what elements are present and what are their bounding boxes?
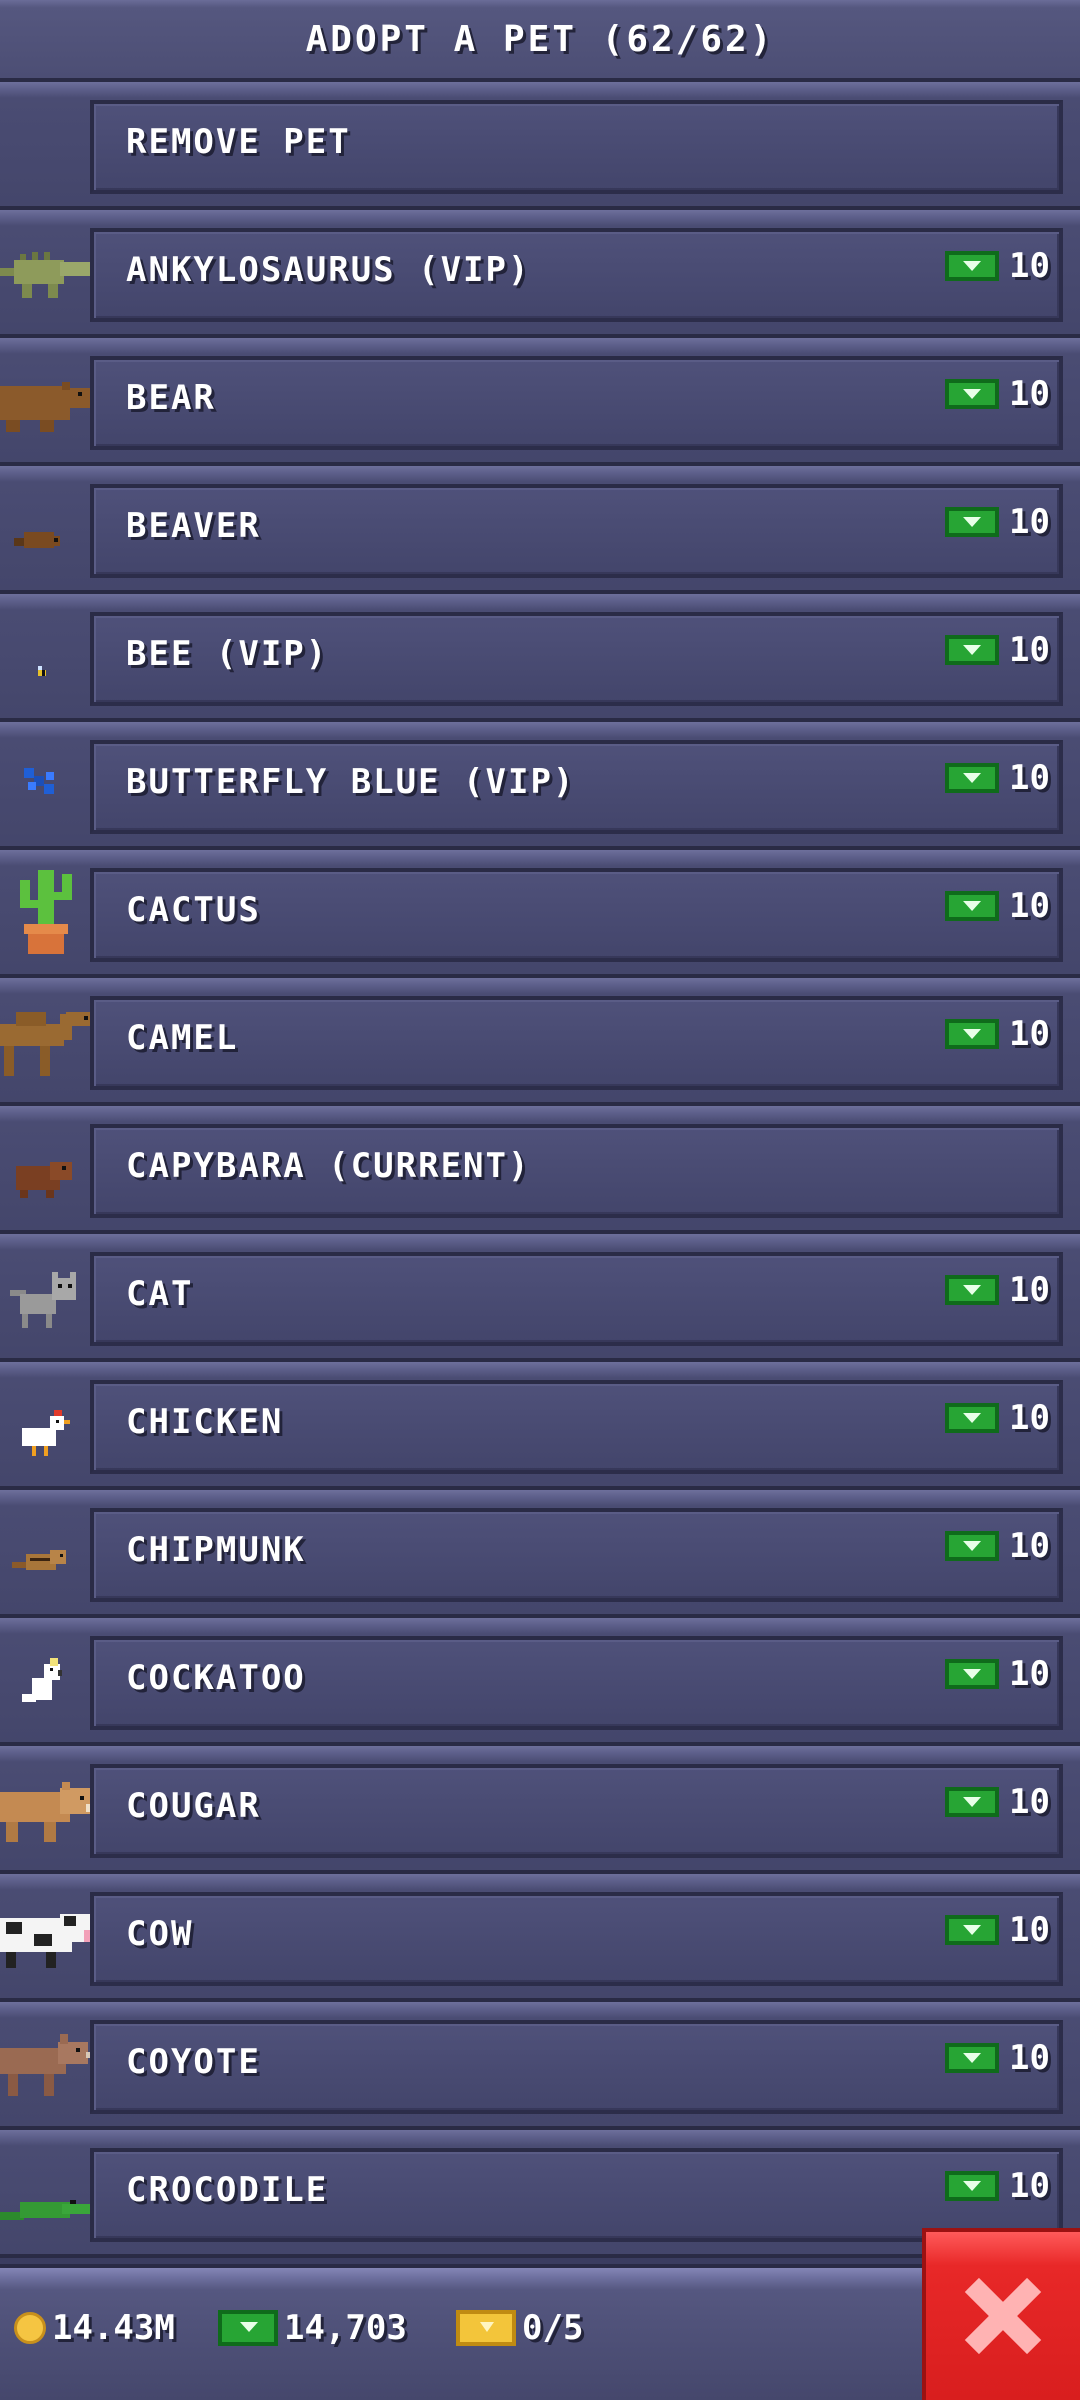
price-value: 10 xyxy=(1009,246,1050,286)
price: 10 xyxy=(945,1782,1050,1822)
coins-value: 14.43M xyxy=(52,2308,175,2348)
pet-row[interactable]: CAT 10 xyxy=(0,1234,1080,1362)
pet-name: CHIPMUNK xyxy=(126,1530,306,1570)
cash-icon xyxy=(945,1787,1000,1817)
pet-name: BUTTERFLY BLUE (VIP) xyxy=(126,762,576,802)
cash-icon xyxy=(945,1915,1000,1945)
tickets-value: 0/5 xyxy=(522,2308,584,2348)
pet-row[interactable]: COUGAR 10 xyxy=(0,1746,1080,1874)
price-value: 10 xyxy=(1009,1782,1050,1822)
pet-row[interactable]: COCKATOO 10 xyxy=(0,1618,1080,1746)
pet-row[interactable]: BEAVER 10 xyxy=(0,466,1080,594)
cash-icon xyxy=(945,251,1000,281)
price-value: 10 xyxy=(1009,1654,1050,1694)
price: 10 xyxy=(945,630,1050,670)
price-value: 10 xyxy=(1009,758,1050,798)
cash-icon xyxy=(945,2171,1000,2201)
pet-button[interactable] xyxy=(90,356,1063,450)
tickets-stat: 0/5 xyxy=(456,2308,583,2348)
bux-value: 14,703 xyxy=(284,2308,407,2348)
cash-icon xyxy=(945,1531,1000,1561)
pet-row-current[interactable]: CAPYBARA (CURRENT) xyxy=(0,1106,1080,1234)
pet-row[interactable]: CHICKEN 10 xyxy=(0,1362,1080,1490)
pet-name: CROCODILE xyxy=(126,2170,329,2210)
bux-icon xyxy=(218,2310,278,2346)
currency-bar: 14.43M 14,703 0/5 xyxy=(0,2264,1080,2400)
cash-icon xyxy=(945,1275,1000,1305)
price-value: 10 xyxy=(1009,1398,1050,1438)
close-icon xyxy=(965,2278,1041,2354)
price-value: 10 xyxy=(1009,1526,1050,1566)
pet-row[interactable]: CACTUS 10 xyxy=(0,850,1080,978)
close-button[interactable] xyxy=(922,2228,1080,2400)
pet-button[interactable] xyxy=(90,1892,1063,1986)
cash-icon xyxy=(945,635,1000,665)
price: 10 xyxy=(945,1654,1050,1694)
pet-name: BEAVER xyxy=(126,506,261,546)
pet-name: COCKATOO xyxy=(126,1658,306,1698)
cash-icon xyxy=(945,763,1000,793)
pet-name: ANKYLOSAURUS (VIP) xyxy=(126,250,531,290)
ticket-icon xyxy=(456,2310,516,2346)
price: 10 xyxy=(945,2166,1050,2206)
pet-name: BEE (VIP) xyxy=(126,634,329,674)
price-value: 10 xyxy=(1009,374,1050,414)
pet-name: CAMEL xyxy=(126,1018,239,1058)
price: 10 xyxy=(945,2038,1050,2078)
remove-pet-label: REMOVE PET xyxy=(126,122,351,162)
pet-row[interactable]: CHIPMUNK 10 xyxy=(0,1490,1080,1618)
pet-row[interactable]: CROCODILE 10 xyxy=(0,2130,1080,2258)
pet-button[interactable] xyxy=(90,1252,1063,1346)
price: 10 xyxy=(945,1014,1050,1054)
pet-name: CACTUS xyxy=(126,890,261,930)
price: 10 xyxy=(945,502,1050,542)
coin-icon xyxy=(14,2312,46,2344)
price-value: 10 xyxy=(1009,1014,1050,1054)
title-bar: ADOPT A PET (62/62) xyxy=(0,0,1080,82)
price: 10 xyxy=(945,246,1050,286)
pet-name: COYOTE xyxy=(126,2042,261,2082)
cash-icon xyxy=(945,2043,1000,2073)
pet-row[interactable]: ANKYLOSAURUS (VIP) 10 xyxy=(0,210,1080,338)
price-value: 10 xyxy=(1009,2038,1050,2078)
pet-name: BEAR xyxy=(126,378,216,418)
cash-icon xyxy=(945,891,1000,921)
remove-pet-row[interactable]: REMOVE PET xyxy=(0,82,1080,210)
price: 10 xyxy=(945,1910,1050,1950)
price-value: 10 xyxy=(1009,886,1050,926)
coins-stat: 14.43M xyxy=(14,2308,175,2348)
pet-name: CHICKEN xyxy=(126,1402,284,1442)
price: 10 xyxy=(945,1398,1050,1438)
pet-list[interactable]: REMOVE PET ANKYLOSAURUS (VIP) 10 BEAR 10… xyxy=(0,82,1080,2258)
cash-icon xyxy=(945,1403,1000,1433)
page-title: ADOPT A PET (62/62) xyxy=(305,18,775,60)
price-value: 10 xyxy=(1009,502,1050,542)
price: 10 xyxy=(945,1270,1050,1310)
pet-row[interactable]: BEE (VIP) 10 xyxy=(0,594,1080,722)
cash-icon xyxy=(945,379,1000,409)
pet-name: CAT xyxy=(126,1274,194,1314)
cash-icon xyxy=(945,507,1000,537)
price: 10 xyxy=(945,886,1050,926)
pet-row[interactable]: COYOTE 10 xyxy=(0,2002,1080,2130)
pet-row[interactable]: BEAR 10 xyxy=(0,338,1080,466)
pet-row[interactable]: CAMEL 10 xyxy=(0,978,1080,1106)
price: 10 xyxy=(945,1526,1050,1566)
price: 10 xyxy=(945,758,1050,798)
price-value: 10 xyxy=(1009,630,1050,670)
cash-icon xyxy=(945,1019,1000,1049)
price: 10 xyxy=(945,374,1050,414)
price-value: 10 xyxy=(1009,1270,1050,1310)
pet-row[interactable]: BUTTERFLY BLUE (VIP) 10 xyxy=(0,722,1080,850)
cash-icon xyxy=(945,1659,1000,1689)
pet-name: COUGAR xyxy=(126,1786,261,1826)
pet-name: CAPYBARA (CURRENT) xyxy=(126,1146,531,1186)
pet-name: COW xyxy=(126,1914,194,1954)
pet-row[interactable]: COW 10 xyxy=(0,1874,1080,2002)
bux-stat: 14,703 xyxy=(218,2308,407,2348)
price-value: 10 xyxy=(1009,1910,1050,1950)
price-value: 10 xyxy=(1009,2166,1050,2206)
